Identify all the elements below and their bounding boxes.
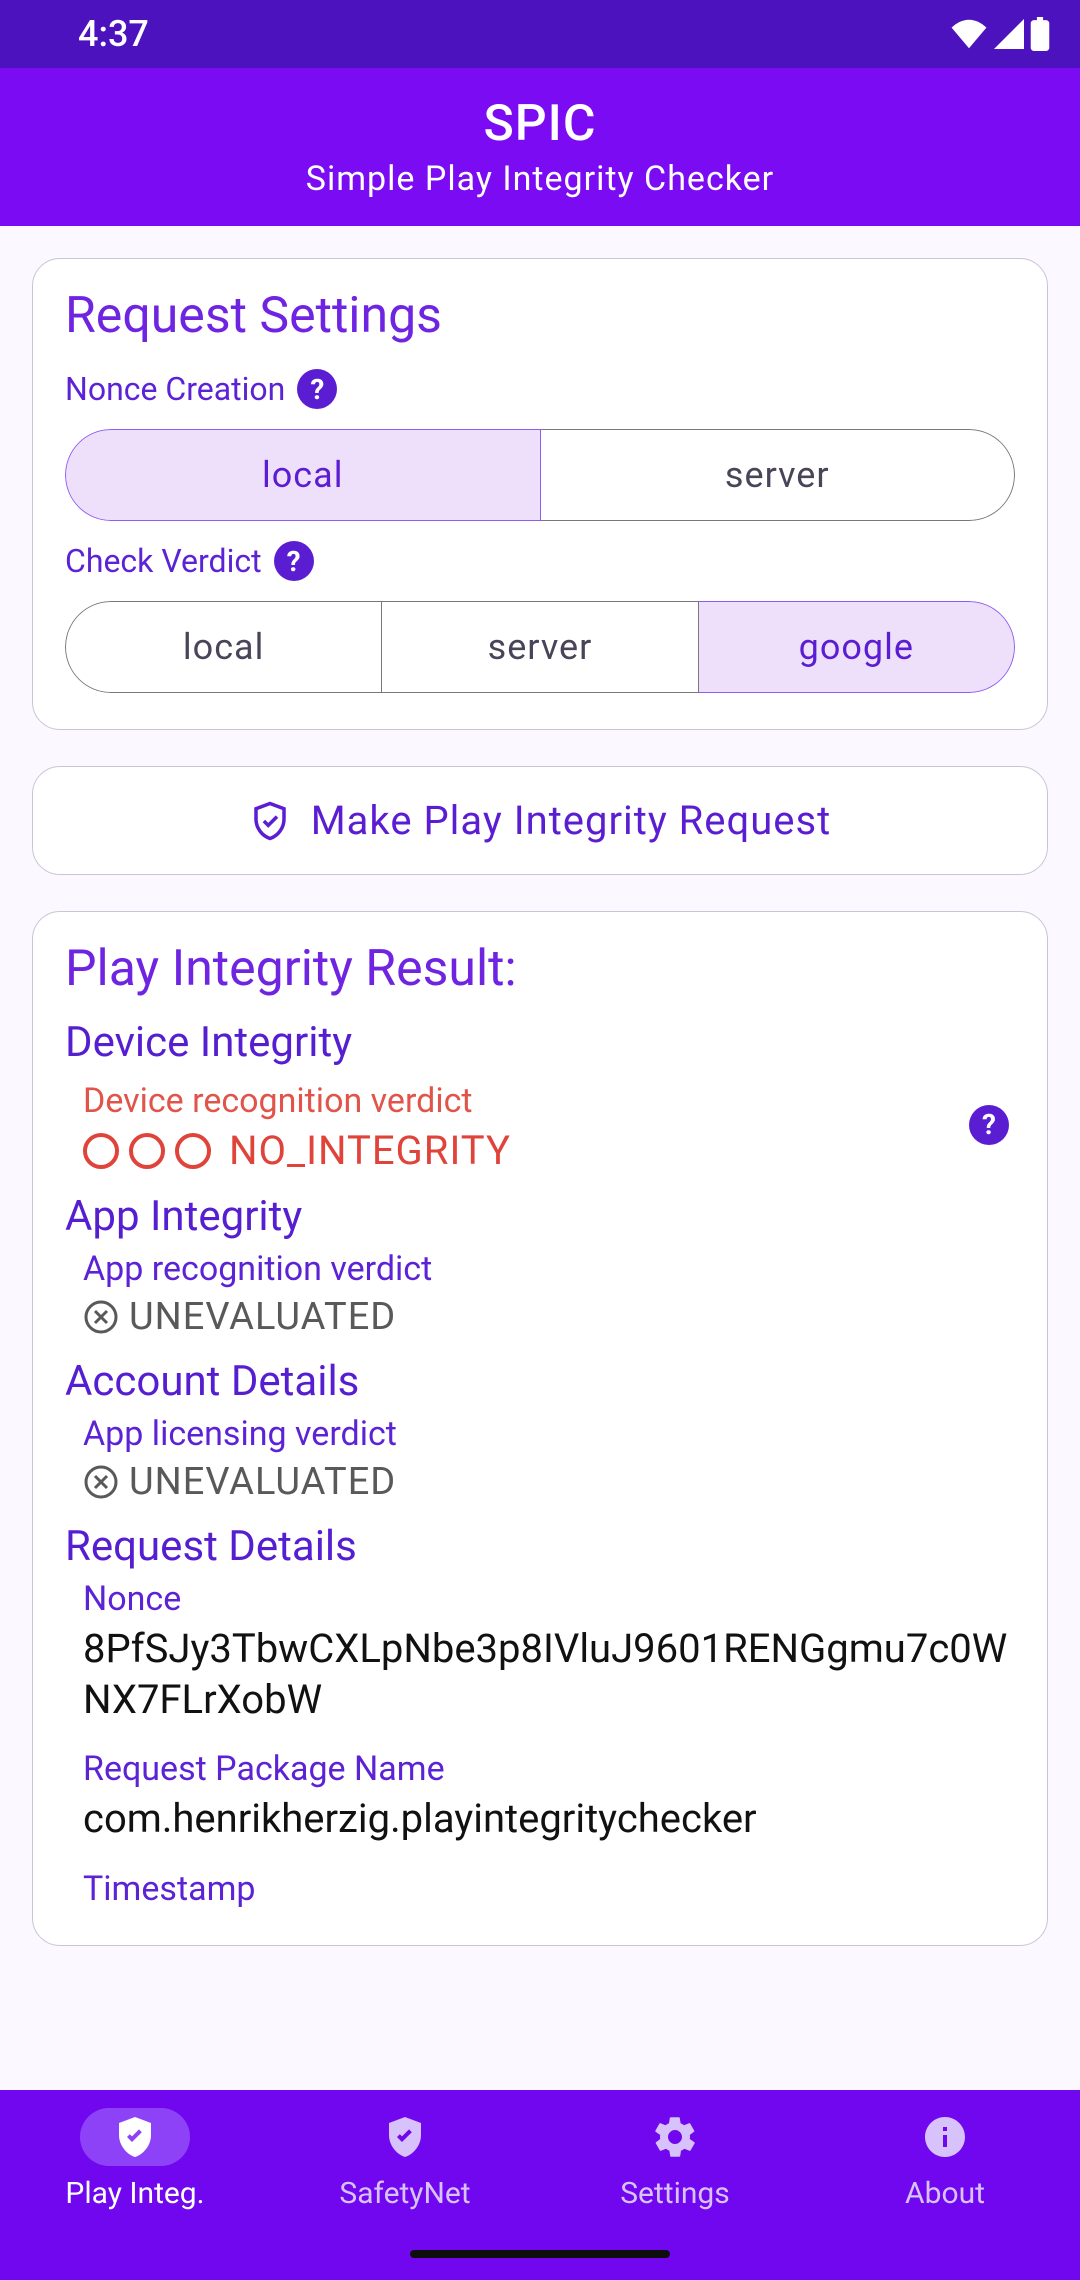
nav-label: Play Integ. [65, 2176, 204, 2211]
nonce-segmented-group: local server [65, 429, 1015, 521]
timestamp-label: Timestamp [65, 1869, 1015, 1909]
gear-icon [620, 2108, 730, 2166]
app-licensing-label: App licensing verdict [65, 1414, 1015, 1454]
wifi-icon [950, 19, 988, 49]
nonce-option-local[interactable]: local [65, 429, 541, 521]
status-bar: 4:37 [0, 0, 1080, 68]
check-verdict-label: Check Verdict [65, 542, 262, 580]
content-area: Request Settings Nonce Creation ? local … [0, 226, 1080, 2090]
app-verdict-value: UNEVALUATED [65, 1295, 1015, 1339]
device-recognition-label: Device recognition verdict [65, 1081, 511, 1121]
app-bar: SPIC Simple Play Integrity Checker [0, 68, 1080, 226]
verdict-segmented-group: local server google [65, 601, 1015, 693]
home-indicator[interactable] [410, 2250, 670, 2258]
account-verdict-text: UNEVALUATED [129, 1460, 396, 1504]
nav-safetynet[interactable]: SafetyNet [270, 2108, 540, 2211]
account-details-heading: Account Details [65, 1357, 1015, 1406]
nonce-creation-row: Nonce Creation ? [65, 369, 1015, 409]
device-verdict-value: NO_INTEGRITY [65, 1127, 511, 1174]
battery-icon [1030, 17, 1050, 51]
nonce-creation-label: Nonce Creation [65, 370, 285, 408]
cancel-circle-icon [83, 1299, 119, 1335]
device-verdict-block: Device recognition verdict NO_INTEGRITY … [65, 1075, 1015, 1174]
nav-about[interactable]: About [810, 2108, 1080, 2211]
verdict-option-local[interactable]: local [65, 601, 382, 693]
circle-icon [175, 1133, 211, 1169]
result-title: Play Integrity Result: [65, 940, 1015, 998]
make-request-label: Make Play Integrity Request [311, 797, 832, 844]
device-verdict-text: NO_INTEGRITY [229, 1127, 511, 1174]
circle-icon [129, 1133, 165, 1169]
circle-icon [83, 1133, 119, 1169]
app-recognition-label: App recognition verdict [65, 1249, 1015, 1289]
verdict-option-server[interactable]: server [382, 601, 698, 693]
shield-check-icon [350, 2108, 460, 2166]
account-verdict-value: UNEVALUATED [65, 1460, 1015, 1504]
cancel-circle-icon [83, 1464, 119, 1500]
result-card: Play Integrity Result: Device Integrity … [32, 911, 1048, 1946]
nav-label: Settings [620, 2176, 730, 2211]
nav-label: SafetyNet [339, 2176, 470, 2211]
bottom-nav: Play Integ. SafetyNet Settings About [0, 2090, 1080, 2280]
request-details-heading: Request Details [65, 1522, 1015, 1571]
status-time: 4:37 [30, 13, 149, 55]
package-name-value: com.henrikherzig.playintegritychecker [65, 1793, 1015, 1844]
help-icon[interactable]: ? [969, 1105, 1009, 1145]
signal-icon [994, 19, 1024, 49]
app-title: SPIC [484, 95, 597, 153]
status-icons [950, 17, 1050, 51]
device-integrity-heading: Device Integrity [65, 1018, 1015, 1067]
make-request-button[interactable]: Make Play Integrity Request [32, 766, 1048, 875]
app-verdict-text: UNEVALUATED [129, 1295, 396, 1339]
check-verdict-row: Check Verdict ? [65, 541, 1015, 581]
nonce-label: Nonce [65, 1579, 1015, 1619]
app-subtitle: Simple Play Integrity Checker [306, 159, 774, 199]
shield-check-icon [80, 2108, 190, 2166]
nonce-option-server[interactable]: server [541, 429, 1016, 521]
nonce-value: 8PfSJy3TbwCXLpNbe3p8IVluJ9601RENGgmu7c0W… [65, 1623, 1015, 1725]
verdict-option-google[interactable]: google [699, 601, 1015, 693]
package-name-label: Request Package Name [65, 1749, 1015, 1789]
request-settings-title: Request Settings [65, 287, 1015, 345]
help-icon[interactable]: ? [297, 369, 337, 409]
nav-play-integrity[interactable]: Play Integ. [0, 2108, 270, 2211]
info-icon [890, 2108, 1000, 2166]
nav-settings[interactable]: Settings [540, 2108, 810, 2211]
nav-label: About [905, 2176, 985, 2211]
help-icon[interactable]: ? [274, 541, 314, 581]
request-settings-card: Request Settings Nonce Creation ? local … [32, 258, 1048, 730]
app-integrity-heading: App Integrity [65, 1192, 1015, 1241]
shield-check-icon [249, 800, 291, 842]
